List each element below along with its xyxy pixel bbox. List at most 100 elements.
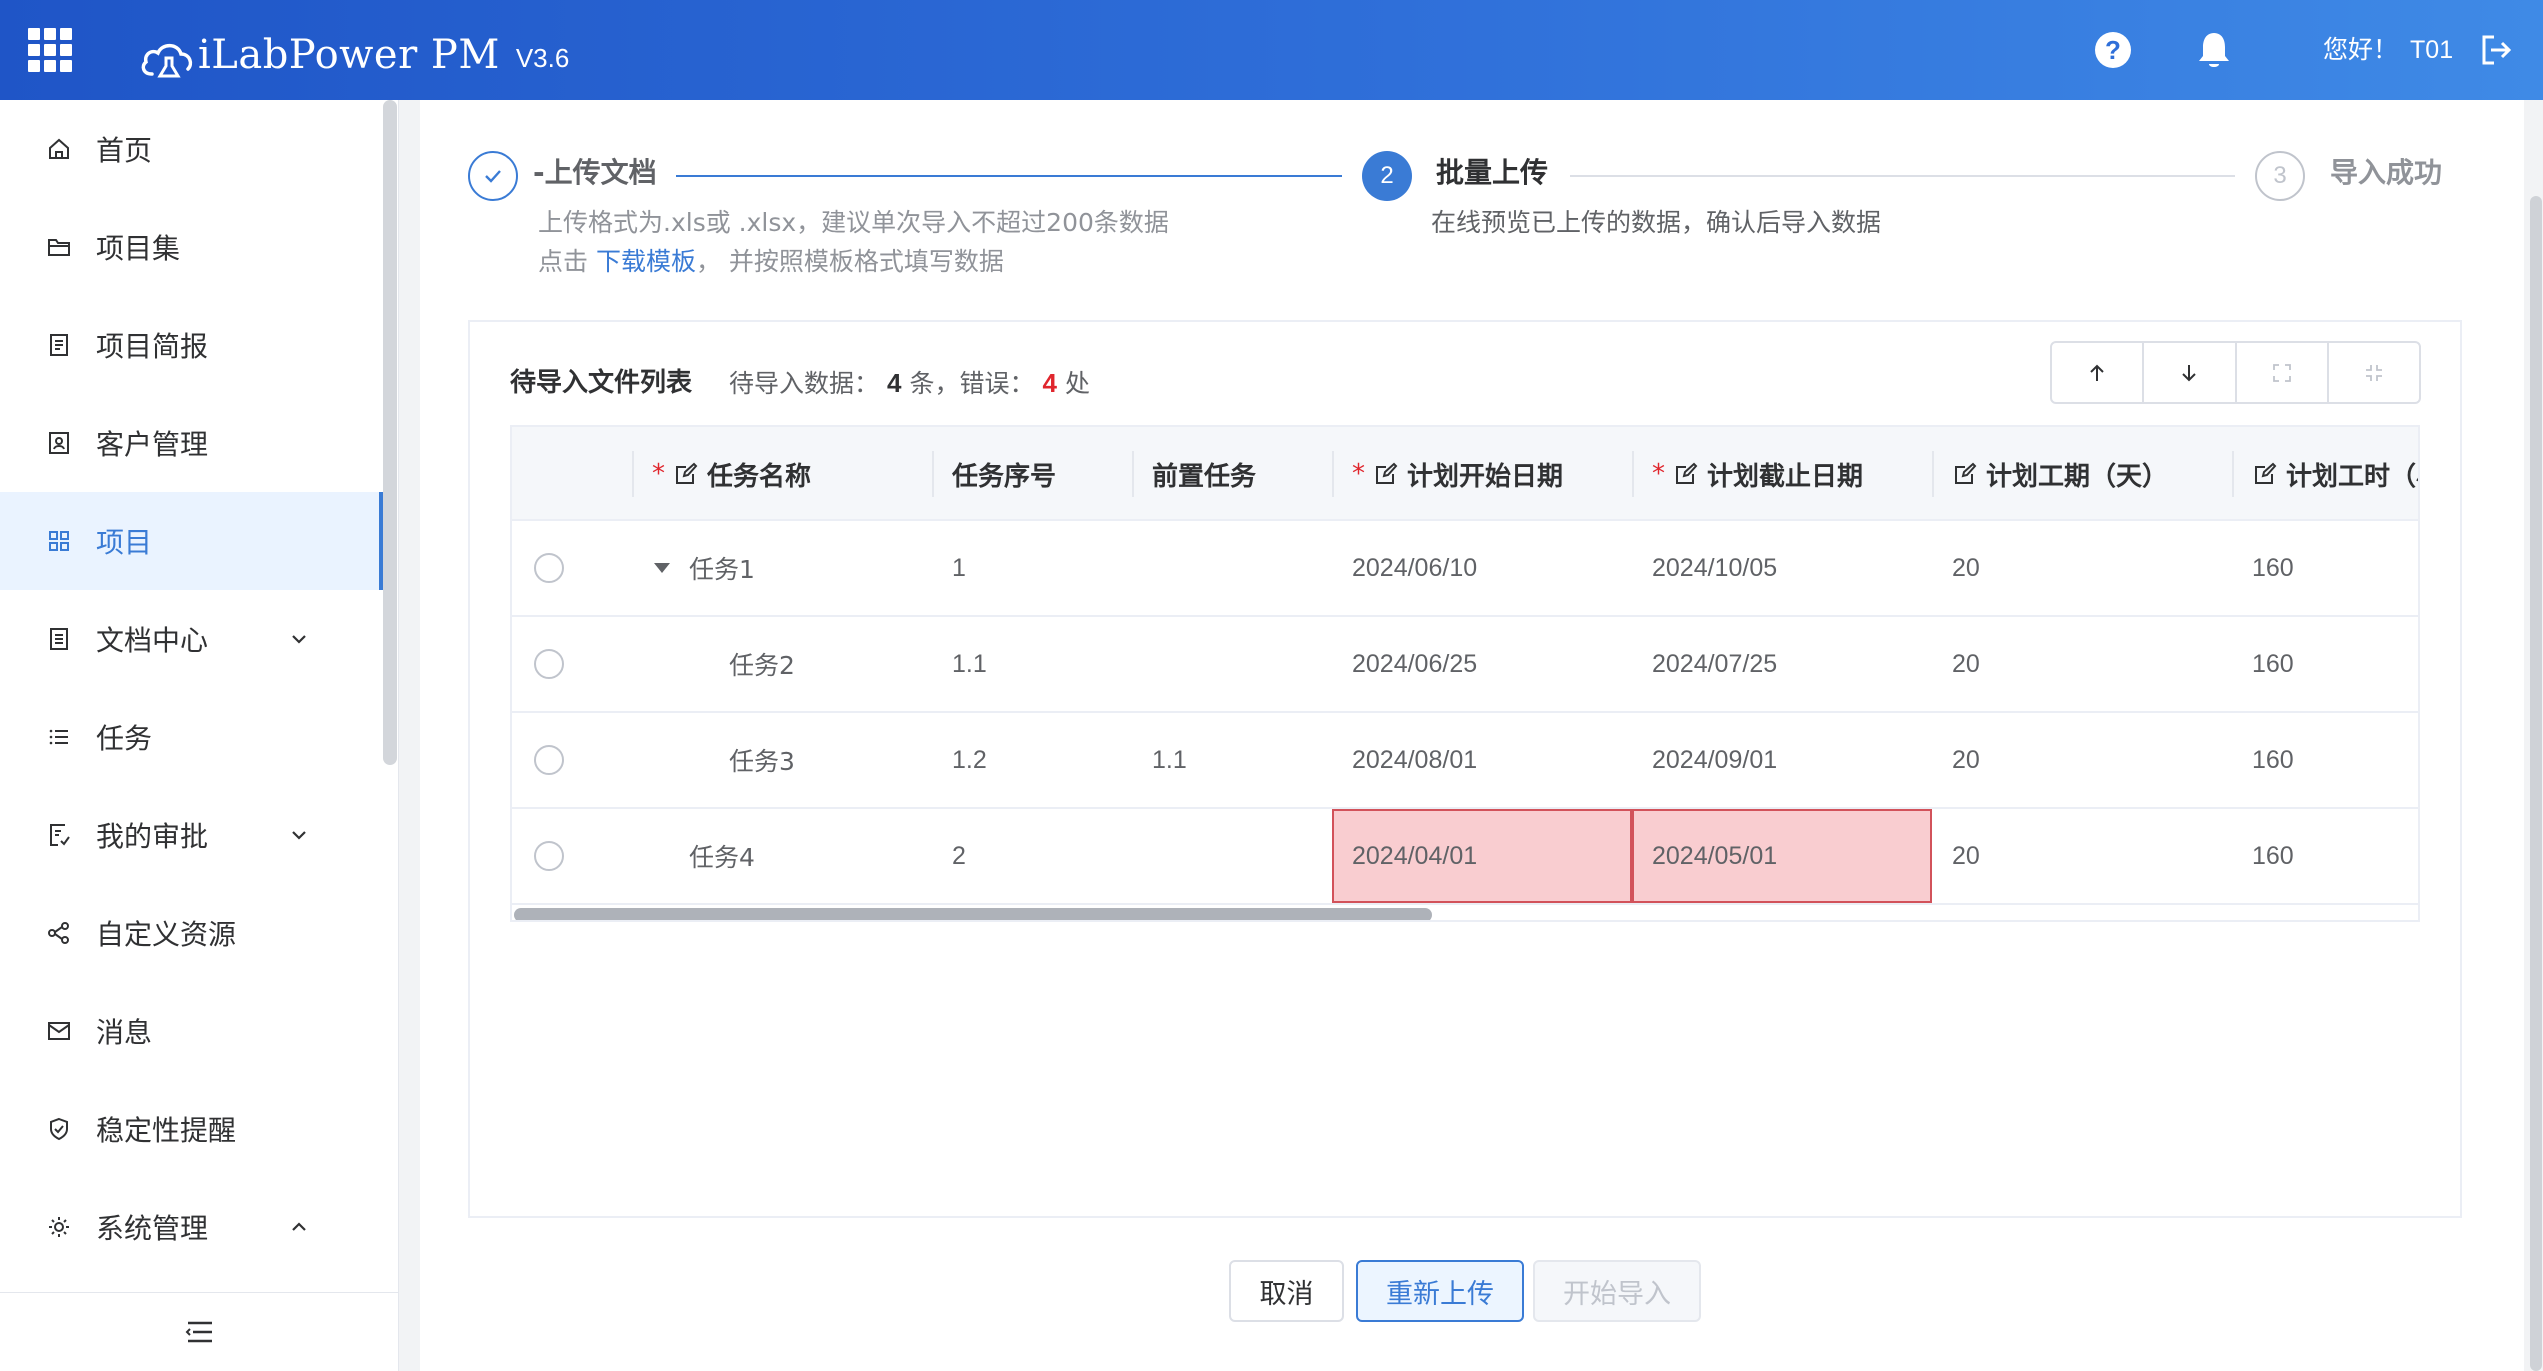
app-name: iLabPower PM [198,32,500,78]
cell-task-seq[interactable]: 2 [952,809,966,903]
edit-icon [2255,462,2277,484]
grid-icon [49,531,69,551]
step-connector [676,175,1342,177]
move-down-button[interactable] [2144,343,2237,402]
table-toolbar [2050,341,2421,404]
cell-plan-days[interactable]: 20 [1952,521,1980,615]
cell-task-name[interactable]: 任务1 [689,521,755,615]
move-up-button[interactable] [2052,343,2145,402]
sidebar-item-custom-resources[interactable]: 自定义资源 [0,884,383,982]
logout-icon[interactable] [2480,33,2512,67]
arrow-up-icon [2090,364,2104,381]
app-logo[interactable]: iLabPower PM V3.6 [138,20,569,80]
col-task-name: * 任务名称 [632,427,932,521]
cell-plan-hours[interactable]: 160 [2252,521,2294,615]
col-plan-end: * 计划截止日期 [1632,427,1932,521]
row-select-radio[interactable] [534,841,564,871]
col-predecessor: 前置任务 [1132,427,1332,521]
sidebar-item-program[interactable]: 项目集 [0,198,383,296]
row-select-radio[interactable] [534,745,564,775]
cell-predecessor[interactable]: 1.1 [1152,713,1187,807]
table-row[interactable]: 任务4 2 2024/04/01 2024/05/01 20 160 [512,809,2418,905]
table-row[interactable]: 任务3 1.2 1.1 2024/08/01 2024/09/01 20 160 [512,713,2418,809]
share-icon [48,922,69,944]
chevron-up-icon[interactable] [288,1216,310,1238]
cell-plan-start[interactable]: 2024/08/01 [1352,713,1477,807]
import-stats: 待导入数据： 4 条，错误： 4 处 [729,368,1090,398]
col-plan-hours: 计划工时（小 [2232,427,2418,521]
customer-icon [49,432,69,454]
table-row[interactable]: 任务2 1.1 2024/06/25 2024/07/25 20 160 [512,617,2418,713]
cancel-button[interactable]: 取消 [1229,1260,1344,1322]
sidebar-item-home[interactable]: 首页 [0,100,383,198]
menu-collapse-icon[interactable] [185,1319,215,1345]
cell-plan-start[interactable]: 2024/06/25 [1352,617,1477,711]
reupload-button[interactable]: 重新上传 [1356,1260,1524,1322]
import-table: * 任务名称 任务序号 前置任务 * 计划开始日期 * 计划截止日期 计划工期（… [510,425,2420,922]
table-row[interactable]: 任务1 1 2024/06/10 2024/10/05 20 160 [512,521,2418,617]
sidebar-item-label: 客户管理 [96,428,209,461]
sidebar-item-label: 任务 [96,722,153,755]
sidebar-item-documents[interactable]: 文档中心 [0,590,383,688]
download-template-link[interactable]: 下载模板 [596,247,696,276]
cell-plan-end[interactable]: 2024/09/01 [1652,713,1777,807]
chevron-down-icon[interactable] [288,824,310,846]
list-icon [49,729,68,745]
panel-title: 待导入文件列表 [510,368,693,398]
row-select-radio[interactable] [534,553,564,583]
cell-plan-hours[interactable]: 160 [2252,713,2294,807]
cell-plan-end[interactable]: 2024/10/05 [1652,521,1777,615]
cell-plan-start-error[interactable]: 2024/04/01 [1332,809,1632,903]
user-greeting[interactable]: 您好！ T01 [2323,34,2453,66]
sidebar-item-tasks[interactable]: 任务 [0,688,383,786]
collapse-all-button[interactable] [2329,343,2419,402]
sidebar: 首页 项目集 项目简报 客户管理 项目 文档中心 任务 我的审批 自定义资源 消… [0,100,399,1371]
gear-icon [49,1217,69,1237]
step2-desc: 在线预览已上传的数据，确认后导入数据 [1431,208,1882,237]
sidebar-item-stability[interactable]: 稳定性提醒 [0,1080,383,1178]
cell-plan-hours[interactable]: 160 [2252,617,2294,711]
cell-plan-end[interactable]: 2024/07/25 [1652,617,1777,711]
cell-plan-start[interactable]: 2024/06/10 [1352,521,1477,615]
chevron-down-icon[interactable] [288,628,310,650]
step2-number: 2 [1362,151,1412,201]
compress-icon [2365,364,2382,381]
cell-task-seq[interactable]: 1 [952,521,966,615]
cell-task-seq[interactable]: 1.2 [952,713,987,807]
top-header: iLabPower PM V3.6 ? 您好！ T01 [0,0,2543,100]
sidebar-item-report[interactable]: 项目简报 [0,296,383,394]
arrow-down-icon [2182,364,2197,381]
help-icon[interactable]: ? [2095,32,2131,68]
report-icon [50,334,68,356]
caret-down-icon[interactable] [653,562,671,574]
cell-plan-hours[interactable]: 160 [2252,809,2294,903]
cell-task-name[interactable]: 任务2 [729,617,795,711]
sidebar-scrollbar[interactable] [383,100,397,765]
data-count: 4 [887,368,902,398]
cell-plan-days[interactable]: 20 [1952,617,1980,711]
expand-all-button[interactable] [2237,343,2329,402]
sidebar-item-system[interactable]: 系统管理 [0,1178,383,1276]
cell-plan-end-error[interactable]: 2024/05/01 [1632,809,1932,903]
sidebar-item-project[interactable]: 项目 [0,492,383,590]
bell-icon[interactable] [2196,30,2232,70]
cell-task-name[interactable]: 任务3 [729,713,795,807]
step1-template-hint: 点击 下载模板， 并按照模板格式填写数据 [538,247,1004,276]
cell-task-name[interactable]: 任务4 [689,809,755,903]
sidebar-item-customer[interactable]: 客户管理 [0,394,383,492]
row-select-radio[interactable] [534,649,564,679]
edit-icon [676,462,698,484]
cell-task-seq[interactable]: 1.1 [952,617,987,711]
mail-icon [48,1022,70,1040]
folder-icon [48,239,70,256]
page-scrollbar[interactable] [2530,196,2542,1371]
edit-icon [1376,462,1398,484]
cell-plan-days[interactable]: 20 [1952,713,1980,807]
step3-number: 3 [2255,151,2305,201]
start-import-button[interactable]: 开始导入 [1533,1260,1701,1322]
cell-plan-days[interactable]: 20 [1952,809,1980,903]
sidebar-item-approvals[interactable]: 我的审批 [0,786,383,884]
table-horizontal-scrollbar[interactable] [514,908,1432,920]
sidebar-item-messages[interactable]: 消息 [0,982,383,1080]
apps-grid-icon[interactable] [28,28,72,72]
